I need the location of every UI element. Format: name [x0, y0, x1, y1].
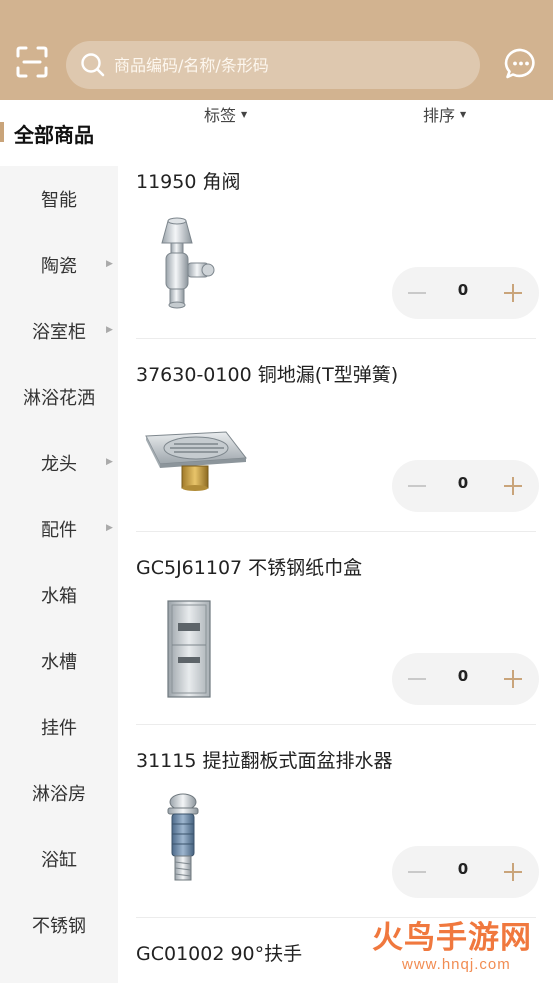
product-title: GC01002 90°扶手 — [136, 943, 303, 965]
scan-button[interactable] — [10, 40, 54, 84]
plus-icon — [504, 670, 522, 688]
message-button[interactable] — [500, 43, 542, 85]
minus-icon — [408, 292, 426, 294]
sidebar-item-label: 淋浴花洒 — [23, 388, 95, 409]
plus-icon — [504, 863, 522, 881]
caret-right-icon: ▶ — [106, 325, 113, 335]
minus-icon — [408, 678, 426, 680]
divider — [136, 724, 536, 725]
product-title: 11950 角阀 — [136, 171, 241, 193]
minus-icon — [408, 871, 426, 873]
filter-bar: 标签 ▼ 排序 ▼ — [118, 100, 553, 130]
quantity-value[interactable]: 0 — [448, 281, 478, 299]
app-header — [0, 0, 553, 100]
sidebar-item-sink[interactable]: 水槽 — [0, 628, 118, 694]
chat-icon — [504, 48, 535, 79]
scan-icon — [16, 46, 48, 78]
watermark-url: www.hnqj.com — [402, 956, 511, 973]
sidebar-item-faucet[interactable]: 龙头 ▶ — [0, 430, 118, 496]
sidebar-item-label: 不锈钢 — [32, 916, 86, 937]
caret-right-icon: ▶ — [106, 259, 113, 269]
caret-down-icon: ▼ — [460, 109, 467, 119]
sidebar-item-smart[interactable]: 智能 — [0, 166, 118, 232]
caret-right-icon: ▶ — [106, 457, 113, 467]
sidebar-item-hangers[interactable]: 挂件 — [0, 694, 118, 760]
decrease-button[interactable] — [402, 279, 432, 307]
search-input[interactable] — [114, 55, 454, 75]
decrease-button[interactable] — [402, 858, 432, 886]
category-sidebar: 全部商品 智能 陶瓷 ▶ 浴室柜 ▶ 淋浴花洒 龙头 ▶ 配件 ▶ 水箱 水槽 … — [0, 100, 118, 983]
product-item[interactable]: 37630-0100 铜地漏(T型弹簧) 0 — [118, 356, 553, 549]
watermark-brand: 火鸟手游网 — [372, 920, 532, 956]
floor-drain-image — [145, 431, 247, 491]
decrease-button[interactable] — [402, 665, 432, 693]
product-item[interactable]: 31115 提拉翻板式面盆排水器 0 — [118, 742, 553, 935]
increase-button[interactable] — [498, 472, 528, 500]
paper-towel-box-image — [167, 600, 211, 698]
search-icon — [81, 53, 105, 77]
angle-valve-image — [161, 217, 215, 309]
quantity-stepper: 0 — [392, 653, 539, 705]
product-title: 31115 提拉翻板式面盆排水器 — [136, 750, 393, 772]
sidebar-item-label: 水槽 — [41, 652, 77, 673]
sidebar-item-label: 全部商品 — [14, 123, 94, 147]
caret-down-icon: ▼ — [241, 109, 248, 119]
divider — [136, 531, 536, 532]
quantity-stepper: 0 — [392, 267, 539, 319]
divider — [136, 338, 536, 339]
increase-button[interactable] — [498, 858, 528, 886]
watermark-logo: 火鸟手游网 www.hnqj.com — [372, 912, 542, 976]
quantity-value[interactable]: 0 — [448, 474, 478, 492]
caret-right-icon: ▶ — [106, 523, 113, 533]
sidebar-item-accessories[interactable]: 配件 ▶ — [0, 496, 118, 562]
quantity-stepper: 0 — [392, 460, 539, 512]
tag-filter[interactable]: 标签 ▼ — [204, 102, 247, 126]
decrease-button[interactable] — [402, 472, 432, 500]
sidebar-item-label: 浴缸 — [41, 850, 77, 871]
sidebar-item-ceramics[interactable]: 陶瓷 ▶ — [0, 232, 118, 298]
sidebar-item-label: 智能 — [41, 190, 77, 211]
product-item[interactable]: GC5J61107 不锈钢纸巾盒 0 — [118, 549, 553, 742]
sidebar-item-label: 挂件 — [41, 718, 77, 739]
sort-filter[interactable]: 排序 ▼ — [423, 102, 466, 126]
sidebar-item-label: 浴室柜 — [32, 322, 86, 343]
plus-icon — [504, 284, 522, 302]
sidebar-item-label: 配件 — [41, 520, 77, 541]
sidebar-item-shower[interactable]: 淋浴花洒 — [0, 364, 118, 430]
increase-button[interactable] — [498, 665, 528, 693]
sidebar-item-water-tank[interactable]: 水箱 — [0, 562, 118, 628]
sidebar-item-label: 水箱 — [41, 586, 77, 607]
sidebar-item-shower-room[interactable]: 淋浴房 — [0, 760, 118, 826]
quantity-value[interactable]: 0 — [448, 667, 478, 685]
search-bar[interactable] — [66, 41, 480, 89]
minus-icon — [408, 485, 426, 487]
sidebar-item-bathroom-cabinet[interactable]: 浴室柜 ▶ — [0, 298, 118, 364]
sidebar-item-label: 陶瓷 — [41, 256, 77, 277]
active-indicator — [0, 122, 4, 142]
product-item[interactable]: 11950 角阀 0 — [118, 163, 553, 356]
sidebar-item-all[interactable]: 全部商品 — [0, 100, 118, 166]
plus-icon — [504, 477, 522, 495]
increase-button[interactable] — [498, 279, 528, 307]
product-title: 37630-0100 铜地漏(T型弹簧) — [136, 364, 399, 386]
sidebar-item-label: 淋浴房 — [32, 784, 86, 805]
tag-filter-label: 标签 — [204, 106, 237, 125]
sidebar-item-bathtub[interactable]: 浴缸 — [0, 826, 118, 892]
sidebar-item-label: 龙头 — [41, 454, 77, 475]
sort-filter-label: 排序 — [423, 106, 456, 125]
quantity-value[interactable]: 0 — [448, 860, 478, 878]
basin-drain-image — [167, 793, 199, 881]
quantity-stepper: 0 — [392, 846, 539, 898]
product-title: GC5J61107 不锈钢纸巾盒 — [136, 557, 363, 579]
sidebar-item-stainless-steel[interactable]: 不锈钢 — [0, 892, 118, 958]
